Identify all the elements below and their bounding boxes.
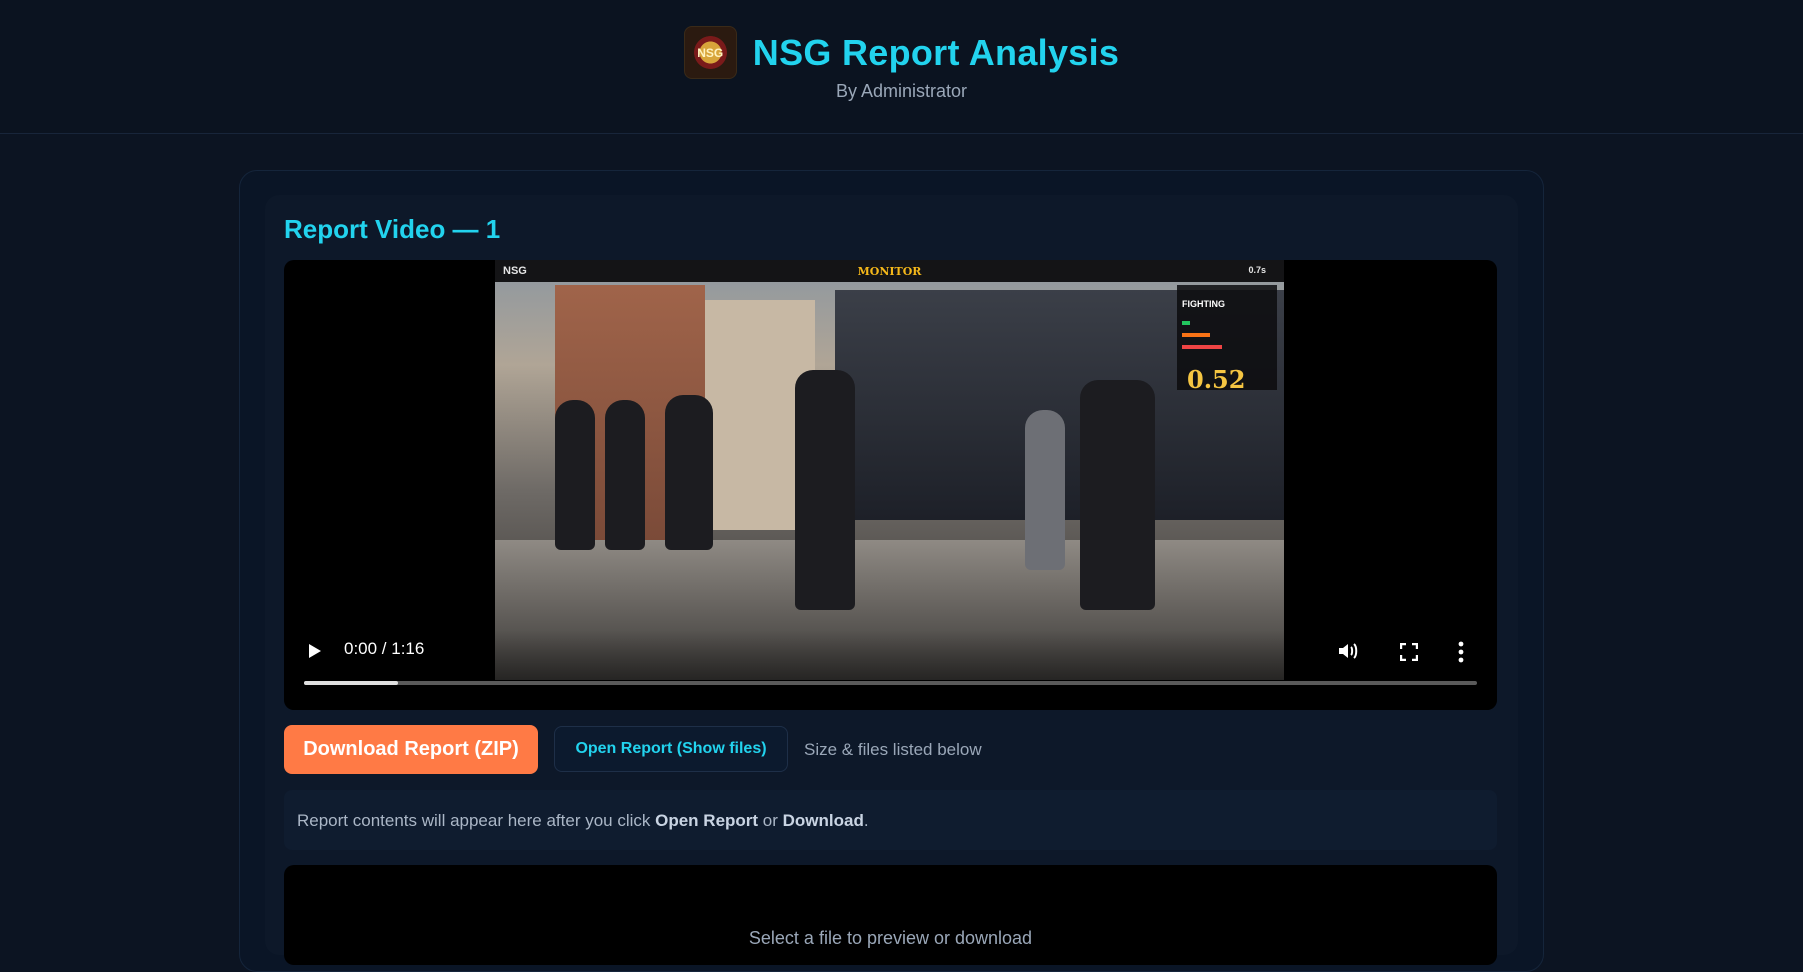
score-bar (1182, 345, 1222, 349)
video-frame: NSG MONITOR 0.7s FIGHTING 0.52 (495, 260, 1284, 680)
notice-text: Report contents will appear here after y… (297, 811, 869, 831)
page-title: NSG Report Analysis (752, 31, 1120, 73)
activity-label: FIGHTING (1182, 299, 1225, 309)
overlay-monitor-label: MONITOR (857, 265, 922, 278)
file-preview-pane: Select a file to preview or download (284, 865, 1497, 965)
page-subtitle: By Administrator (835, 81, 968, 101)
more-options-icon[interactable] (1458, 641, 1464, 663)
controls-gradient (284, 630, 1497, 710)
scene-person (795, 370, 855, 610)
video-player[interactable]: NSG MONITOR 0.7s FIGHTING 0.52 0:00 / 1:… (284, 260, 1497, 710)
detection-panel: FIGHTING 0.52 (1177, 285, 1277, 394)
fullscreen-icon[interactable] (1400, 643, 1418, 661)
play-icon[interactable] (309, 644, 321, 658)
download-report-button[interactable]: Download Report (ZIP) (284, 725, 538, 774)
notice-open-word: Open Report (655, 811, 759, 830)
score-bar (1182, 333, 1210, 337)
scene-person (605, 400, 645, 550)
section-title: Report Video — 1 (284, 214, 501, 244)
scene-person (1080, 380, 1155, 610)
threat-score: 0.52 (1187, 365, 1246, 394)
overlay-topbar: NSG MONITOR 0.7s (495, 260, 1284, 282)
notice-download-word: Download (782, 811, 864, 830)
scene-person (555, 400, 595, 550)
nsg-emblem-logo: NSG (683, 26, 737, 79)
scene-person (1025, 410, 1065, 570)
notice-prefix: Report contents will appear here after y… (297, 811, 656, 830)
page-header: NSG NSG Report Analysis By Administrator (0, 0, 1803, 134)
open-report-button[interactable]: Open Report (Show files) (554, 726, 788, 772)
score-bar (1182, 321, 1190, 325)
emblem-text: NSG (697, 45, 724, 60)
brand: NSG NSG Report Analysis (0, 26, 1803, 79)
report-contents-notice: Report contents will appear here after y… (284, 790, 1497, 850)
overlay-time-label: 0.7s (1248, 265, 1266, 275)
time-display: 0:00 / 1:16 (344, 639, 425, 658)
volume-icon[interactable] (1337, 641, 1359, 661)
scene-person (665, 395, 713, 550)
notice-suffix: . (863, 811, 869, 830)
seek-bar-progress (304, 681, 398, 685)
preview-placeholder: Select a file to preview or download (748, 928, 1033, 948)
files-hint: Size & files listed below (804, 740, 982, 759)
seek-bar[interactable] (304, 681, 1477, 685)
notice-middle: or (758, 811, 783, 830)
